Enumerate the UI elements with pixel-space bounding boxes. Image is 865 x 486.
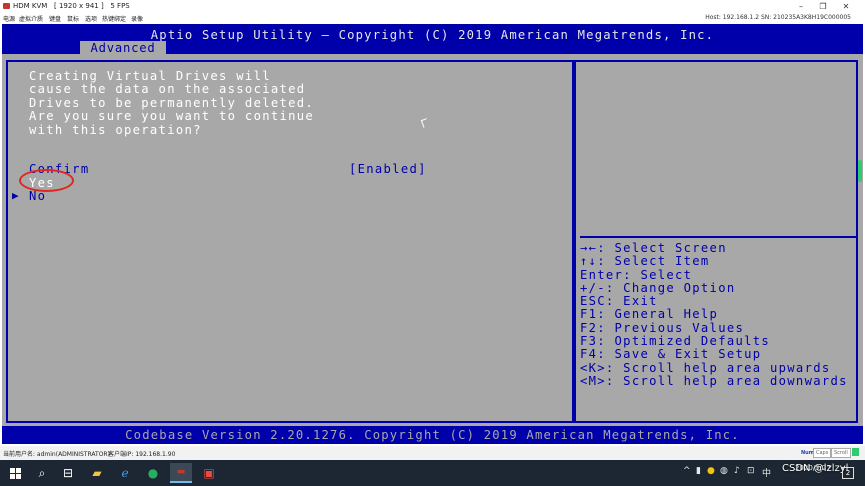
close-icon[interactable]: ✕ [840,1,852,12]
current-user: 当前用户名: admin(ADMINISTRATOR) [3,451,110,458]
help-divider [580,236,856,238]
help-line: <M>: Scroll help area downwards [580,373,848,388]
kvm-app-taskbar-icon: ▬ [176,467,186,477]
tray-battery-icon[interactable]: ▮ [696,466,701,476]
confirm-value[interactable]: [Enabled] [349,162,427,176]
menu-item-mouse[interactable]: 鼠标 [67,14,79,23]
taskbar-app-red[interactable]: ▣ [198,463,220,483]
folder-icon: ▰ [92,466,102,480]
help-list: →←: Select Screen ↑↓: Select Item Enter:… [580,241,848,388]
kvm-app-icon [3,3,10,9]
task-view-icon: ⊟ [62,466,74,480]
tray-app-icon[interactable]: ● [707,466,715,476]
tray-ime-indicator[interactable]: 中 [762,466,771,479]
restore-icon[interactable]: ❐ [817,1,829,12]
bios-screen: Aptio Setup Utility – Copyright (C) 2019… [2,24,863,444]
taskbar-ie[interactable]: ℯ [114,463,136,483]
kvm-menubar: 电源 虚拟介质 键盘 鼠标 选项 热键绑定 录像 Host: 192.168.1… [0,13,865,24]
main-panel: Creating Virtual Drives will cause the d… [6,60,574,423]
windows-taskbar: ⌕ ⊟ ▰ ℯ ● ▬ ▣ ^ ▮ ● ◍ ♪ ⊡ 中 2020/5/27 [0,460,865,486]
taskbar-app-green[interactable]: ● [142,463,164,483]
client-ip: 客户端IP: 192.168.1.90 [108,451,176,458]
app-green-icon: ● [147,466,159,480]
notification-icon[interactable]: 2 [842,467,854,479]
highlight-ring [19,169,74,192]
help-line: Enter: Select [580,267,693,282]
help-line: F2: Previous Values [580,320,745,335]
bios-title: Aptio Setup Utility – Copyright (C) 2019… [150,28,715,42]
search-button[interactable]: ⌕ [31,463,53,483]
bios-footer: Codebase Version 2.20.1276. Copyright (C… [2,426,863,444]
help-line: F1: General Help [580,307,719,322]
help-panel: →←: Select Screen ↑↓: Select Item Enter:… [574,60,858,423]
help-line: <K>: Scroll help area upwards [580,360,831,375]
caps-lock-indicator: Caps [813,448,832,458]
tray-volume-icon[interactable]: ♪ [734,466,740,476]
mouse-cursor-icon [420,118,430,128]
scroll-lock-indicator: Scroll [831,448,851,458]
tab-advanced[interactable]: Advanced [80,41,166,55]
warning-message: Creating Virtual Drives will cause the d… [29,69,315,137]
kvm-titlebar: HDM KVM [ 1920 x 941 ] 5 FPS – ❐ ✕ [0,0,865,13]
search-icon: ⌕ [38,465,46,480]
help-line: ↑↓: Select Item [580,254,710,269]
windows-logo-icon [9,467,21,479]
help-line: +/-: Change Option [580,280,736,295]
ie-icon: ℯ [121,466,129,480]
menu-item-record[interactable]: 录像 [131,14,143,23]
menu-item-virtual-media[interactable]: 虚拟介质 [19,14,43,23]
tray-chevron-icon[interactable]: ^ [683,466,691,476]
menu-item-keyboard[interactable]: 键盘 [49,14,61,23]
taskbar-explorer[interactable]: ▰ [86,463,108,483]
minimize-icon[interactable]: – [795,1,807,12]
bios-header: Aptio Setup Utility – Copyright (C) 2019… [2,24,863,55]
menu-item-hotkeys[interactable]: 热键绑定 [102,14,126,23]
task-view-button[interactable]: ⊟ [57,463,79,483]
tray-network-icon[interactable]: ⊡ [747,466,755,476]
watermark: CSDN @lzlzyl [782,463,849,474]
menu-item-options[interactable]: 选项 [85,14,97,23]
start-button[interactable] [4,463,26,483]
help-line: F4: Save & Exit Setup [580,347,762,362]
menu-item-power[interactable]: 电源 [3,14,15,23]
help-line: F3: Optimized Defaults [580,334,771,349]
connection-ok-icon [852,448,859,456]
kvm-window-title: HDM KVM [ 1920 x 941 ] 5 FPS [13,2,130,10]
taskbar-kvm[interactable]: ▬ [170,463,192,483]
kvm-statusbar: 当前用户名: admin(ADMINISTRATOR) 客户端IP: 192.1… [0,446,865,460]
app-red-icon: ▣ [203,466,215,480]
help-line: ESC: Exit [580,294,658,309]
scroll-handle[interactable] [858,160,862,182]
help-line: →←: Select Screen [580,241,727,255]
selection-arrow-icon: ▶ [12,189,19,202]
tray-wechat-icon[interactable]: ◍ [720,466,728,476]
host-info: Host: 192.168.1.2 SN: 210235A3K8H19C0000… [705,14,851,21]
